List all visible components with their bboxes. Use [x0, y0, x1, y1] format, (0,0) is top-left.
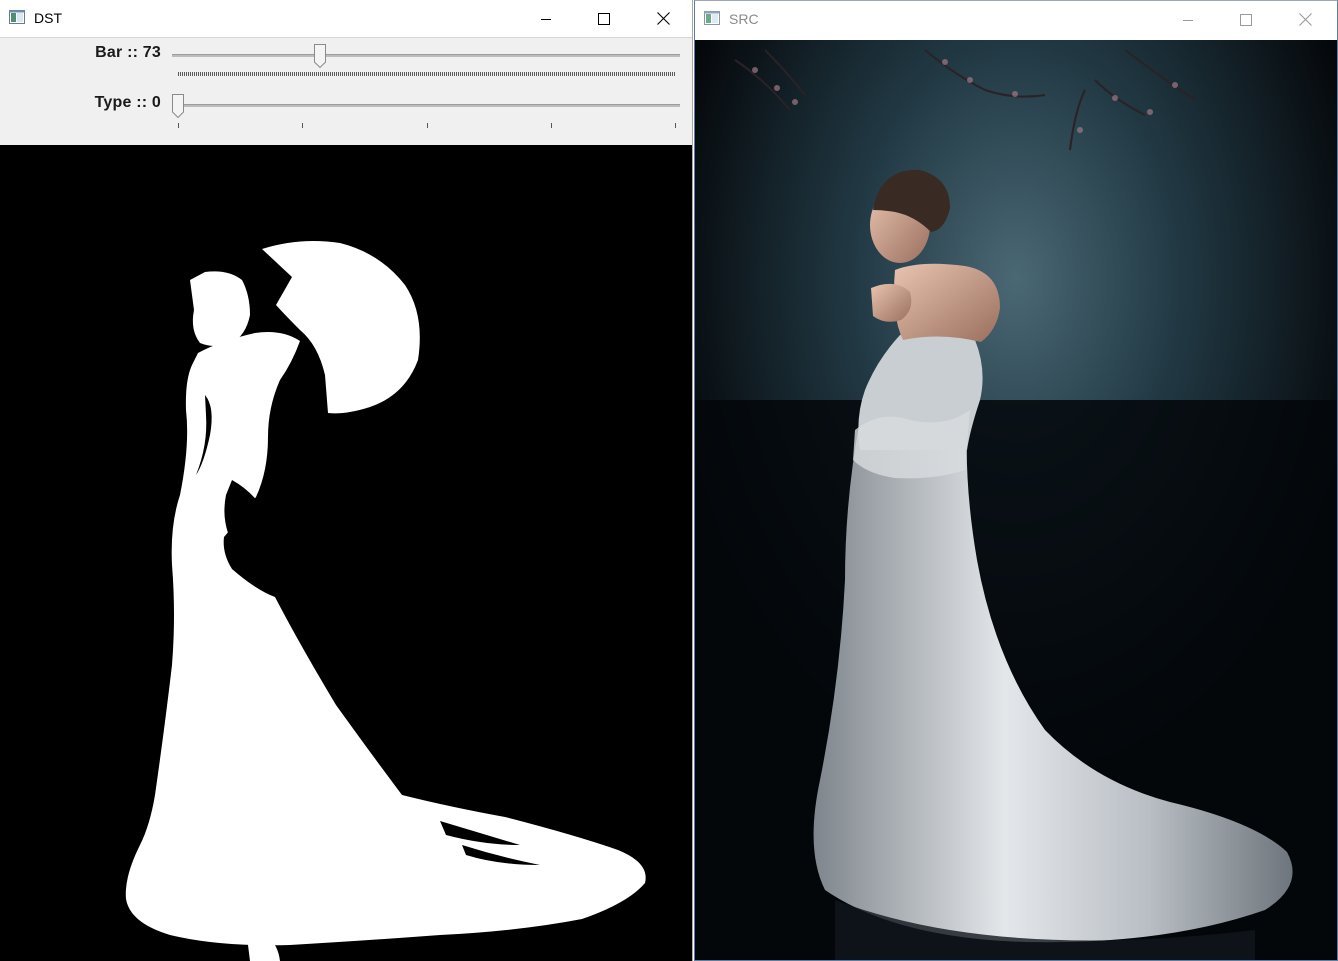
close-icon — [1298, 13, 1312, 26]
maximize-icon — [1240, 13, 1252, 26]
maximize-button[interactable] — [1217, 1, 1275, 38]
trackbar-type-thumb[interactable] — [172, 94, 184, 118]
trackbar-bar-label: Bar :: 73 — [95, 44, 161, 61]
trackbar-type-tick — [551, 123, 552, 128]
bride-photo-image — [695, 40, 1337, 960]
minimize-button[interactable] — [517, 0, 575, 37]
threshold-silhouette-image — [0, 145, 692, 961]
trackbar-type-tick — [302, 123, 303, 128]
trackbar-type-track[interactable] — [172, 104, 680, 107]
trackbar-bar-track[interactable] — [172, 54, 680, 57]
trackbar-bar-ticks — [178, 72, 675, 76]
opencv-window-icon — [9, 10, 25, 24]
src-image — [695, 40, 1337, 960]
maximize-icon — [598, 12, 610, 25]
trackbar-type-label: Type :: 0 — [94, 94, 161, 111]
src-titlebar[interactable]: SRC — [695, 1, 1337, 39]
opencv-window-icon — [704, 11, 720, 25]
window-title: DST — [34, 10, 62, 26]
trackbar-type-tick — [427, 123, 428, 128]
close-icon — [656, 12, 670, 25]
minimize-icon — [1183, 19, 1193, 21]
window-title: SRC — [729, 11, 759, 27]
dst-image — [0, 145, 692, 961]
trackbar-panel: Bar :: 73 Type :: 0 — [0, 38, 692, 146]
dst-titlebar[interactable]: DST — [0, 0, 692, 38]
close-button[interactable] — [1276, 1, 1334, 38]
src-window: SRC — [694, 0, 1338, 961]
dst-window: DST Bar :: 73 Type :: 0 — [0, 0, 693, 961]
trackbar-bar-thumb[interactable] — [314, 44, 327, 68]
trackbar-type-tick — [675, 123, 676, 128]
close-button[interactable] — [634, 0, 692, 37]
trackbar-type-tick — [178, 123, 179, 128]
minimize-button[interactable] — [1159, 1, 1217, 38]
minimize-icon — [541, 18, 551, 20]
maximize-button[interactable] — [575, 0, 633, 37]
